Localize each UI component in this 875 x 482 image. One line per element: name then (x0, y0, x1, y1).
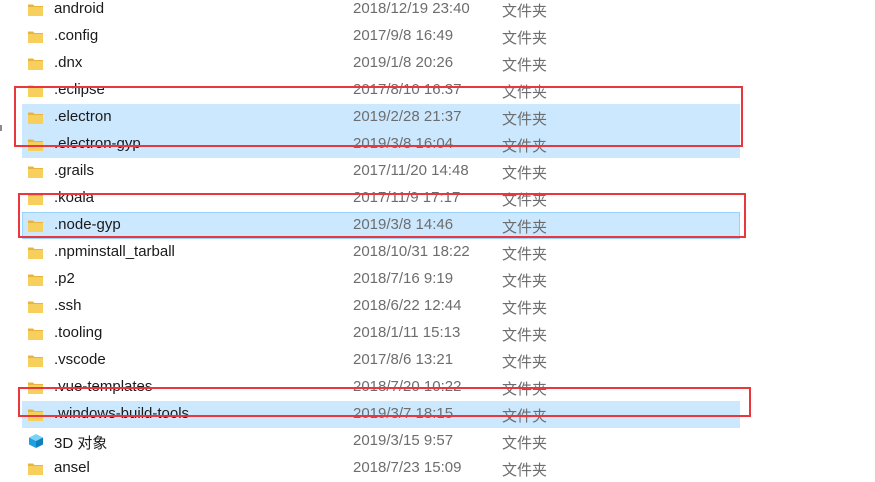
folder-icon (28, 192, 43, 205)
file-type: 文件夹 (502, 273, 548, 290)
folder-icon (28, 327, 43, 340)
modified-date: 2019/3/15 9:57 (353, 432, 454, 449)
file-row[interactable]: .config 2017/9/8 16:49 文件夹 (0, 23, 875, 50)
file-row[interactable]: android 2018/12/19 23:40 文件夹 (0, 0, 875, 23)
folder-icon (28, 354, 43, 367)
modified-date: 2019/3/8 16:04 (353, 135, 454, 152)
file-row[interactable]: .p2 2018/7/16 9:19 文件夹 (0, 266, 875, 293)
folder-icon (28, 165, 43, 178)
modified-date: 2019/3/7 18:15 (353, 405, 454, 422)
file-row[interactable]: .vscode 2017/8/6 13:21 文件夹 (0, 347, 875, 374)
file-type: 文件夹 (502, 219, 548, 236)
modified-date: 2018/6/22 12:44 (353, 297, 462, 314)
file-row[interactable]: .grails 2017/11/20 14:48 文件夹 (0, 158, 875, 185)
file-type: 文件夹 (502, 138, 548, 155)
file-name: .node-gyp (54, 216, 121, 233)
modified-date: 2019/3/8 14:46 (353, 216, 454, 233)
file-name: .koala (54, 189, 95, 206)
file-type: 文件夹 (502, 111, 548, 128)
file-row[interactable]: .eclipse 2017/8/10 16:37 文件夹 (0, 77, 875, 104)
file-type: 文件夹 (502, 192, 548, 209)
file-type: 文件夹 (502, 3, 548, 20)
file-row[interactable]: .tooling 2018/1/11 15:13 文件夹 (0, 320, 875, 347)
file-name: .electron-gyp (54, 135, 141, 152)
folder-icon (28, 3, 43, 16)
file-type: 文件夹 (502, 462, 548, 479)
modified-date: 2018/7/20 10:22 (353, 378, 462, 395)
file-row[interactable]: .vue-templates 2018/7/20 10:22 文件夹 (0, 374, 875, 401)
folder-icon (28, 246, 43, 259)
file-row[interactable]: .electron 2019/2/28 21:37 文件夹 (0, 104, 875, 131)
file-type: 文件夹 (502, 300, 548, 317)
file-name: .config (54, 27, 99, 44)
file-name: .grails (54, 162, 95, 179)
modified-date: 2018/7/16 9:19 (353, 270, 454, 287)
folder-icon (28, 57, 43, 70)
folder-icon (28, 84, 43, 97)
folder-icon (28, 111, 43, 124)
modified-date: 2019/1/8 20:26 (353, 54, 454, 71)
file-name: android (54, 0, 105, 17)
folder-icon (28, 462, 43, 475)
modified-date: 2018/12/19 23:40 (353, 0, 470, 17)
file-type: 文件夹 (502, 435, 548, 452)
pane-edge-mark (0, 125, 2, 131)
file-row[interactable]: ansel 2018/7/23 15:09 文件夹 (0, 455, 875, 482)
file-name: .electron (54, 108, 112, 125)
file-row[interactable]: .koala 2017/11/9 17:17 文件夹 (0, 185, 875, 212)
folder-icon (28, 408, 43, 421)
file-row[interactable]: .ssh 2018/6/22 12:44 文件夹 (0, 293, 875, 320)
file-type: 文件夹 (502, 84, 548, 101)
file-name: .dnx (54, 54, 83, 71)
file-list: android 2018/12/19 23:40 文件夹 .config 2017/9/… (0, 0, 875, 479)
file-name: 3D 对象 (54, 435, 108, 452)
file-row[interactable]: .dnx 2019/1/8 20:26 文件夹 (0, 50, 875, 77)
file-name: .vscode (54, 351, 106, 368)
modified-date: 2017/8/6 13:21 (353, 351, 454, 368)
file-name: .ssh (54, 297, 82, 314)
modified-date: 2018/10/31 18:22 (353, 243, 470, 260)
file-name: .vue-templates (54, 378, 153, 395)
modified-date: 2019/2/28 21:37 (353, 108, 462, 125)
modified-date: 2018/1/11 15:13 (353, 324, 461, 341)
file-row[interactable]: .electron-gyp 2019/3/8 16:04 文件夹 (0, 131, 875, 158)
folder-icon (28, 219, 43, 232)
modified-date: 2017/8/10 16:37 (353, 81, 462, 98)
3d-objects-icon (28, 433, 43, 448)
file-type: 文件夹 (502, 408, 548, 425)
file-type: 文件夹 (502, 30, 548, 47)
file-type: 文件夹 (502, 381, 548, 398)
modified-date: 2018/7/23 15:09 (353, 459, 462, 476)
folder-icon (28, 300, 43, 313)
modified-date: 2017/9/8 16:49 (353, 27, 454, 44)
file-type: 文件夹 (502, 246, 548, 263)
file-type: 文件夹 (502, 354, 548, 371)
modified-date: 2017/11/9 17:17 (353, 189, 461, 206)
file-row[interactable]: 3D 对象 2019/3/15 9:57 文件夹 (0, 428, 875, 455)
folder-icon (28, 138, 43, 151)
file-name: ansel (54, 459, 90, 476)
file-row[interactable]: .windows-build-tools 2019/3/7 18:15 文件夹 (0, 401, 875, 428)
file-type: 文件夹 (502, 57, 548, 74)
folder-icon (28, 273, 43, 286)
file-type: 文件夹 (502, 327, 548, 344)
file-row[interactable]: .node-gyp 2019/3/8 14:46 文件夹 (0, 212, 875, 239)
file-name: .tooling (54, 324, 103, 341)
modified-date: 2017/11/20 14:48 (353, 162, 469, 179)
file-row[interactable]: .npminstall_tarball 2018/10/31 18:22 文件夹 (0, 239, 875, 266)
file-type: 文件夹 (502, 165, 548, 182)
file-name: .p2 (54, 270, 75, 287)
file-name: .windows-build-tools (54, 405, 190, 422)
file-name: .npminstall_tarball (54, 243, 175, 260)
file-name: .eclipse (54, 81, 105, 98)
folder-icon (28, 381, 43, 394)
folder-icon (28, 30, 43, 43)
